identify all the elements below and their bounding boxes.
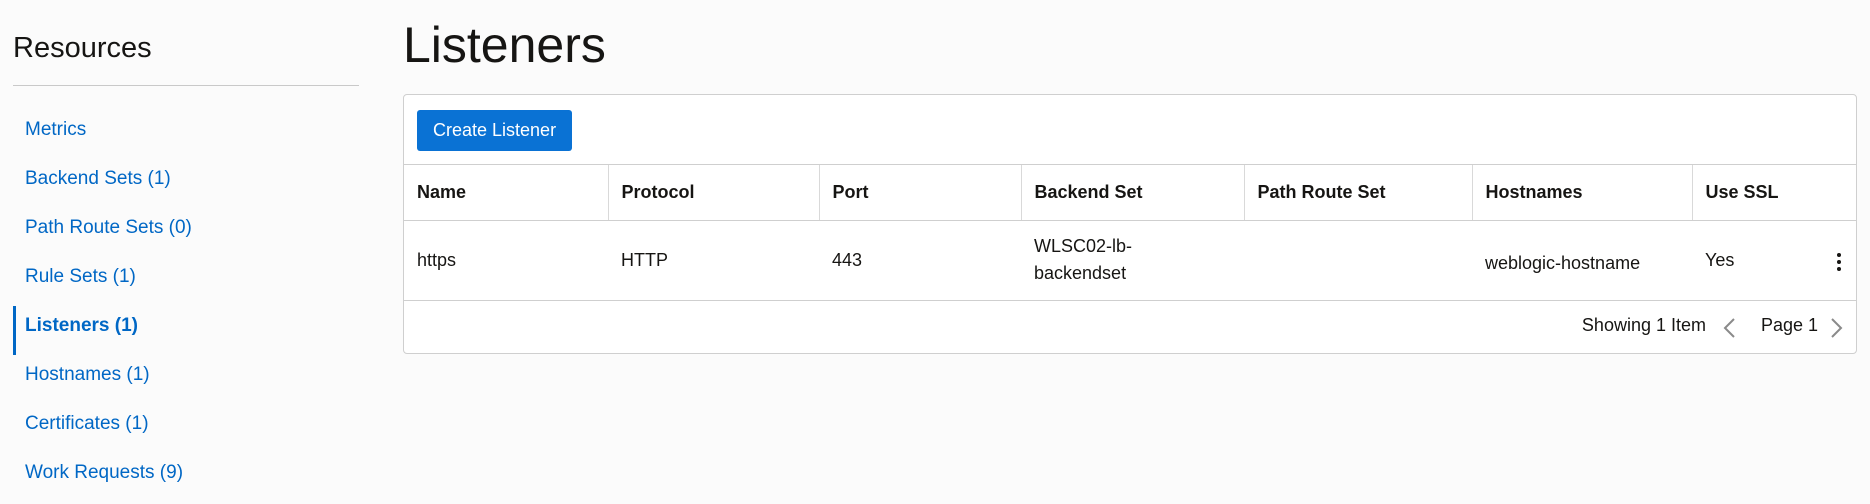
resources-title: Resources (13, 32, 152, 64)
cell-name: https (404, 220, 608, 301)
sidebar-item-certificates[interactable]: Certificates (1) (0, 404, 372, 453)
cell-hostnames: weblogic-hostname (1472, 220, 1692, 301)
cell-path-route-set (1244, 220, 1472, 301)
cell-backend-set-wrap: WLSC02-lb-backendset (1021, 220, 1244, 301)
create-listener-button[interactable]: Create Listener (417, 110, 573, 151)
cell-protocol: HTTP (608, 220, 819, 301)
table-header-row: Name Protocol Port Backend Set Path Rout… (404, 165, 1856, 221)
column-header-path-route-set[interactable]: Path Route Set (1244, 165, 1473, 221)
sidebar-item-metrics[interactable]: Metrics (0, 110, 372, 159)
sidebar-divider (13, 85, 359, 86)
column-header-port[interactable]: Port (819, 165, 1022, 221)
page-indicator: Page 1 (1760, 315, 1818, 335)
sidebar-item-listeners[interactable]: Listeners (1) (0, 306, 372, 355)
main-content: Listeners Create Listener Name Protocol … (403, 0, 1857, 504)
column-header-hostnames[interactable]: Hostnames (1472, 165, 1693, 221)
cell-use-ssl: Yes (1705, 249, 1735, 270)
sidebar-item-backend-sets[interactable]: Backend Sets (1) (0, 159, 372, 208)
column-header-protocol[interactable]: Protocol (608, 165, 820, 221)
sidebar-item-rule-sets[interactable]: Rule Sets (1) (0, 257, 372, 306)
cell-backend-set: WLSC02-lb-backendset (1034, 236, 1133, 283)
table-row: https HTTP 443 WLSC02-lb-backendset webl… (404, 220, 1856, 301)
column-header-use-ssl[interactable]: Use SSL (1692, 165, 1856, 221)
showing-count: Showing 1 Item (1581, 315, 1706, 335)
listeners-panel: Create Listener Name Protocol Port Backe… (403, 94, 1857, 354)
chevron-right-icon[interactable] (1826, 317, 1846, 339)
column-header-backend-set[interactable]: Backend Set (1021, 165, 1245, 221)
more-options-icon[interactable] (1836, 252, 1842, 273)
resources-sidebar: Resources Metrics Backend Sets (1) Path … (0, 0, 372, 504)
listeners-table: Name Protocol Port Backend Set Path Rout… (404, 165, 1856, 301)
page-title: Listeners (403, 17, 606, 73)
resources-nav: Metrics Backend Sets (1) Path Route Sets… (0, 110, 372, 502)
cell-use-ssl-wrap: Yes (1692, 220, 1856, 301)
sidebar-item-path-route-sets[interactable]: Path Route Sets (0) (0, 208, 372, 257)
cell-port: 443 (819, 220, 1021, 301)
sidebar-item-hostnames[interactable]: Hostnames (1) (0, 355, 372, 404)
table-toolbar: Create Listener (404, 95, 1856, 165)
table-footer: Showing 1 Item Page 1 (404, 301, 1856, 353)
chevron-left-icon[interactable] (1720, 317, 1740, 339)
column-header-name[interactable]: Name (404, 165, 609, 221)
sidebar-item-work-requests[interactable]: Work Requests (9) (0, 453, 372, 502)
